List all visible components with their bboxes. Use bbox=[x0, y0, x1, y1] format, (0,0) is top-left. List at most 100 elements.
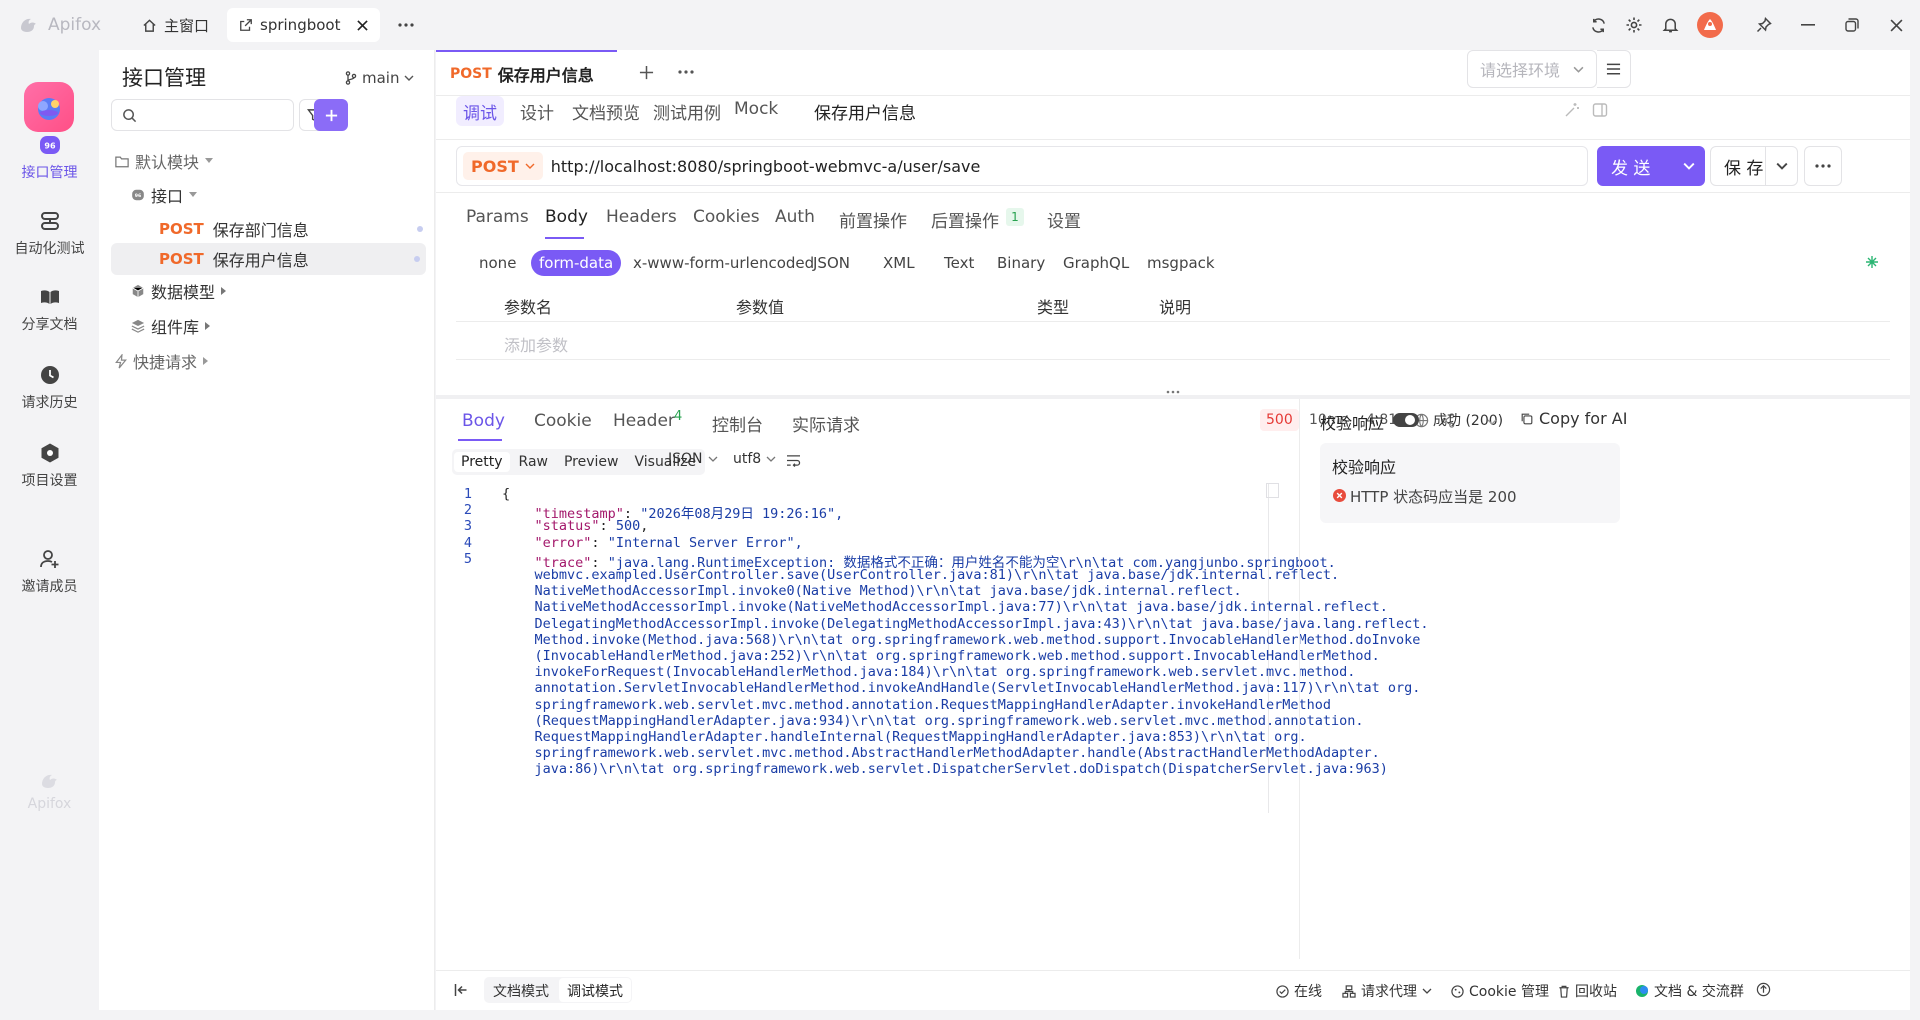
more-tabs-icon[interactable] bbox=[388, 8, 424, 42]
request-tab-headers[interactable]: Headers bbox=[606, 207, 677, 227]
mode-tab-design[interactable]: 设计 bbox=[516, 99, 558, 124]
body-type-msgpack[interactable]: msgpack bbox=[1147, 254, 1215, 272]
body-type-xml[interactable]: XML bbox=[883, 254, 915, 272]
add-new-button[interactable] bbox=[314, 99, 348, 131]
request-proxy[interactable]: 请求代理 bbox=[1342, 981, 1432, 1001]
body-type-binary[interactable]: Binary bbox=[997, 254, 1045, 272]
collapse-sidebar-icon[interactable] bbox=[454, 983, 468, 997]
tree-default-module[interactable]: 默认模块 bbox=[115, 146, 214, 176]
copy-for-ai-button[interactable]: Copy for AI bbox=[1520, 409, 1627, 428]
body-type-json[interactable]: JSON bbox=[813, 254, 850, 272]
magic-wand-icon[interactable] bbox=[1564, 102, 1580, 118]
tree-api-folder[interactable]: 96 接口 bbox=[131, 180, 198, 210]
online-status[interactable]: 在线 bbox=[1276, 981, 1322, 1001]
request-tab-params[interactable]: Params bbox=[466, 207, 529, 227]
method-select[interactable]: POST bbox=[463, 152, 543, 180]
save-dropdown-chevron-icon[interactable] bbox=[1765, 147, 1797, 185]
view-raw[interactable]: Raw bbox=[512, 452, 555, 472]
copy-icon bbox=[1520, 412, 1534, 426]
side-panel-icon[interactable] bbox=[1592, 102, 1608, 118]
body-type-graphql[interactable]: GraphQL bbox=[1063, 254, 1129, 272]
rail-item-invite-members[interactable]: 邀请成员 bbox=[0, 548, 99, 596]
encoding-select[interactable]: utf8 bbox=[733, 451, 776, 467]
tree-data-model[interactable]: 数据模型 bbox=[131, 276, 227, 306]
doc-mode-button[interactable]: 文档模式 bbox=[485, 978, 557, 1002]
mode-tab-doc-preview[interactable]: 文档预览 bbox=[568, 99, 644, 124]
view-pretty[interactable]: Pretty bbox=[454, 452, 510, 472]
close-tab-icon[interactable] bbox=[357, 19, 369, 31]
response-tab-actual-request[interactable]: 实际请求 bbox=[792, 411, 860, 436]
request-tab-pre-ops[interactable]: 前置操作 bbox=[839, 207, 907, 232]
mode-tab-debug[interactable]: 调试 bbox=[456, 96, 504, 126]
rail-item-project-settings[interactable]: 项目设置 bbox=[0, 442, 99, 490]
response-tab-header[interactable]: Header bbox=[613, 411, 675, 431]
environment-select[interactable]: 请选择环境 bbox=[1467, 50, 1597, 88]
debug-mode-button[interactable]: 调试模式 bbox=[559, 978, 631, 1002]
tree-label: 接口 bbox=[151, 187, 184, 206]
window-tab-springboot[interactable]: springboot bbox=[227, 8, 381, 42]
chevron-down-icon[interactable] bbox=[1487, 419, 1497, 425]
url-input[interactable]: http://localhost:8080/springboot-webmvc-… bbox=[551, 157, 981, 176]
rail-item-automation-test[interactable]: 自动化测试 bbox=[0, 210, 99, 258]
search-box[interactable] bbox=[111, 99, 294, 131]
sparkle-icon[interactable] bbox=[1866, 256, 1878, 268]
window-tab-main[interactable]: 主窗口 bbox=[130, 8, 221, 42]
mode-tab-mock[interactable]: Mock bbox=[730, 99, 782, 119]
request-tab-post-ops[interactable]: 后置操作 bbox=[931, 207, 999, 232]
new-tab-plus-icon[interactable] bbox=[630, 56, 662, 88]
pin-icon[interactable] bbox=[1746, 7, 1782, 43]
tree-api-save-user[interactable]: POST 保存用户信息 bbox=[111, 243, 426, 275]
recycle-bin[interactable]: 回收站 bbox=[1558, 981, 1617, 1001]
add-param-row[interactable]: 添加参数 bbox=[456, 322, 1890, 360]
format-select[interactable]: JSON bbox=[668, 451, 718, 467]
splitter-grip-icon[interactable] bbox=[1166, 390, 1180, 394]
rail-item-share-docs[interactable]: 分享文档 bbox=[0, 286, 99, 334]
tree-api-save-dept[interactable]: POST 保存部门信息 bbox=[159, 214, 429, 244]
response-tab-body[interactable]: Body bbox=[462, 411, 505, 431]
body-type-text[interactable]: Text bbox=[944, 254, 974, 272]
env-menu-button[interactable] bbox=[1597, 50, 1631, 88]
rail-item-request-history[interactable]: 请求历史 bbox=[0, 364, 99, 412]
send-button[interactable]: 发 送 bbox=[1597, 146, 1705, 186]
request-tab-cookies[interactable]: Cookies bbox=[693, 207, 760, 227]
request-tab-body[interactable]: Body bbox=[545, 207, 588, 227]
body-type-form-data[interactable]: form-data bbox=[531, 250, 622, 276]
tree-component-library[interactable]: 组件库 bbox=[131, 311, 211, 341]
sync-icon[interactable] bbox=[1580, 7, 1616, 43]
scroll-to-top-icon[interactable] bbox=[1756, 982, 1771, 997]
search-input[interactable] bbox=[143, 107, 283, 123]
save-label: 保 存 bbox=[1724, 158, 1764, 179]
restore-window-icon[interactable] bbox=[1834, 7, 1870, 43]
request-more-button[interactable] bbox=[1804, 146, 1842, 186]
response-tab-cookie[interactable]: Cookie bbox=[534, 411, 592, 431]
doc-tab-bar: POST 保存用户信息 请选择环境 bbox=[436, 50, 1910, 96]
branch-selector[interactable]: main bbox=[345, 62, 414, 94]
user-avatar[interactable] bbox=[1688, 7, 1732, 43]
response-tab-console[interactable]: 控制台 bbox=[712, 411, 763, 436]
notification-bell-icon[interactable] bbox=[1652, 7, 1688, 43]
tab-more-icon[interactable] bbox=[670, 56, 702, 88]
project-avatar[interactable] bbox=[24, 82, 74, 132]
cookie-manager[interactable]: Cookie 管理 bbox=[1451, 981, 1549, 1001]
view-preview[interactable]: Preview bbox=[557, 452, 626, 472]
left-rail: 96 接口管理 自动化测试 分享文档 请求历史 项目设置 邀请成员 Apifox bbox=[0, 50, 99, 1020]
send-dropdown-chevron-icon[interactable] bbox=[1683, 162, 1695, 170]
request-tab-auth[interactable]: Auth bbox=[775, 207, 815, 227]
tree-quick-request[interactable]: 快捷请求 bbox=[115, 346, 209, 376]
settings-gear-icon[interactable] bbox=[1616, 7, 1652, 43]
api-sidebar: 接口管理 main 默认模块 96 接口 POST 保存部门信息 POST 保存… bbox=[99, 50, 435, 1010]
method-badge: POST bbox=[159, 220, 204, 238]
body-type-urlencoded[interactable]: x-www-form-urlencoded bbox=[633, 254, 814, 272]
branch-name: main bbox=[362, 69, 400, 87]
save-button[interactable]: 保 存 bbox=[1710, 146, 1798, 186]
rail-item-api-management[interactable]: 96 接口管理 bbox=[0, 134, 99, 182]
mode-tab-test-cases[interactable]: 测试用例 bbox=[649, 99, 725, 124]
body-type-none[interactable]: none bbox=[479, 254, 516, 272]
request-tab-settings[interactable]: 设置 bbox=[1047, 207, 1081, 232]
word-wrap-icon[interactable] bbox=[786, 454, 801, 467]
validate-toggle[interactable] bbox=[1393, 413, 1419, 427]
doc-tab-active[interactable]: POST 保存用户信息 bbox=[436, 50, 617, 96]
minimize-window-icon[interactable] bbox=[1790, 7, 1826, 43]
close-window-icon[interactable] bbox=[1878, 7, 1914, 43]
docs-community[interactable]: 文档 & 交流群 bbox=[1635, 981, 1744, 1001]
